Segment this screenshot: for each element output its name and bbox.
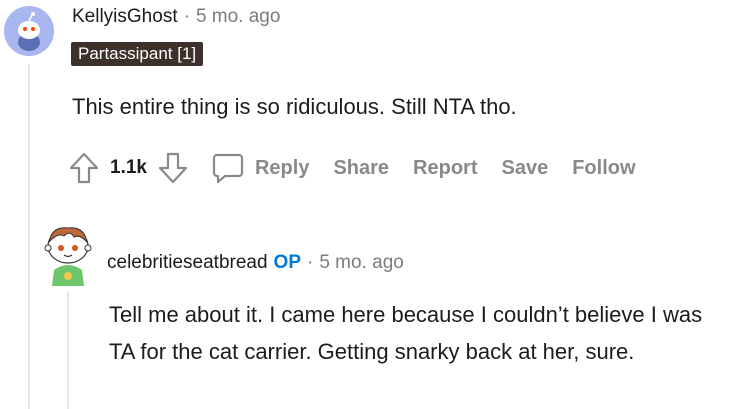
- downvote-arrow-icon: [158, 152, 188, 184]
- comment-age[interactable]: 5 mo. ago: [196, 6, 281, 28]
- meta-separator: ·: [183, 6, 190, 27]
- save-button[interactable]: Save: [502, 157, 549, 180]
- author-avatar[interactable]: [4, 6, 54, 56]
- reply-label: Reply: [254, 156, 310, 179]
- reply-body: Tell me about it. I came here because I …: [109, 302, 703, 364]
- reply-button[interactable]: Reply: [211, 151, 309, 185]
- reply-meta-separator: ·: [307, 252, 314, 273]
- share-button[interactable]: Share: [333, 157, 389, 180]
- report-button[interactable]: Report: [413, 157, 477, 180]
- comment-meta: KellyisGhost · 5 mo. ago: [72, 6, 280, 28]
- comment-actions: 1.1k Reply Share Report Save Follow: [68, 148, 636, 188]
- thread-line-reply[interactable]: [67, 292, 69, 409]
- author-name[interactable]: KellyisGhost: [72, 6, 178, 28]
- speech-bubble-icon: [212, 153, 244, 184]
- follow-button[interactable]: Follow: [572, 157, 635, 180]
- upvote-arrow-icon: [69, 152, 99, 184]
- thread-line-main[interactable]: [28, 64, 30, 409]
- comment-body: This entire thing is so ridiculous. Stil…: [72, 94, 517, 119]
- reply-meta: celebritieseatbread OP · 5 mo. ago: [107, 252, 404, 274]
- reply-age[interactable]: 5 mo. ago: [319, 252, 404, 274]
- vote-count: 1.1k: [110, 157, 147, 178]
- custom-snoo-avatar-icon: [44, 227, 92, 286]
- downvote-button[interactable]: [157, 151, 189, 185]
- upvote-button[interactable]: [68, 151, 100, 185]
- reddit-snoo-avatar-icon: [4, 6, 54, 56]
- reply-author-avatar[interactable]: [40, 220, 96, 286]
- user-flair: Partassipant [1]: [71, 42, 204, 66]
- reply-author-name[interactable]: celebritieseatbread: [107, 252, 268, 274]
- op-badge: OP: [273, 252, 301, 273]
